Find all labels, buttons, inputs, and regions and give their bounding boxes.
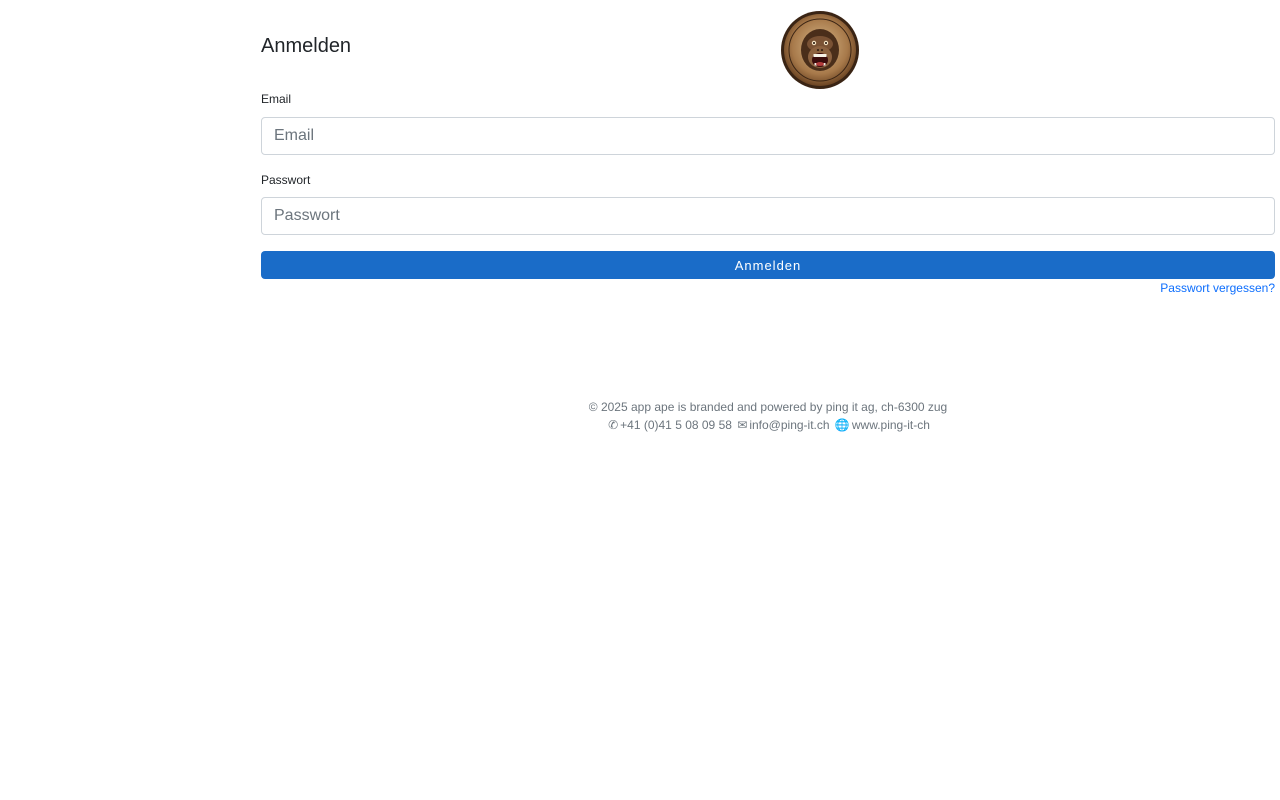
- footer-email: info@ping-it.ch: [749, 418, 830, 432]
- page-title: Anmelden: [261, 35, 352, 57]
- gorilla-logo-icon: [780, 10, 860, 90]
- footer-contact: ✆ +41 (0)41 5 08 09 58 ✉ info@ping-it.ch 🌐…: [256, 416, 1280, 434]
- globe-icon: 🌐: [834, 418, 850, 432]
- forgot-password-link[interactable]: Passwort vergessen?: [1160, 280, 1275, 296]
- footer-phone: +41 (0)41 5 08 09 58: [620, 418, 732, 432]
- password-label: Passwort: [261, 173, 311, 187]
- mail-icon: ✉: [737, 418, 748, 432]
- footer: © 2025 app ape is branded and powered by…: [0, 398, 1280, 434]
- login-page: Anmelden Email Email Passwort Anmelden P…: [0, 0, 1280, 800]
- email-label: Email: [261, 92, 292, 106]
- login-button[interactable]: Anmelden: [261, 251, 1275, 279]
- password-input[interactable]: [261, 197, 1275, 235]
- phone-icon: ✆: [608, 418, 619, 432]
- footer-website: www.ping-it-ch: [851, 418, 930, 432]
- footer-copyright: © 2025 app ape is branded and powered by…: [588, 400, 948, 414]
- email-input[interactable]: [261, 117, 1275, 155]
